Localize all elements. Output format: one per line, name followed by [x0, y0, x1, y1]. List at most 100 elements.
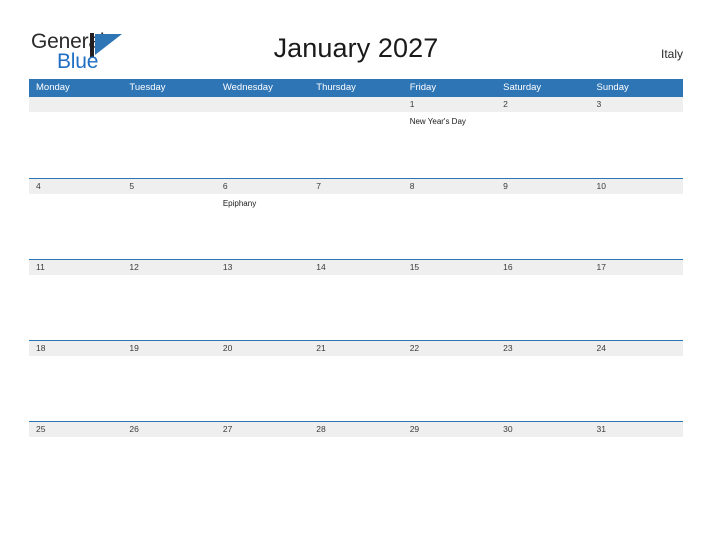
- day-number[interactable]: 5: [122, 179, 215, 194]
- day-number[interactable]: 7: [309, 179, 402, 194]
- week-date-band: 4 5 6 7 8 9 10: [29, 179, 683, 194]
- page-header: General Blue January 2027 Italy: [0, 0, 712, 79]
- holiday-event-label: Epiphany: [222, 199, 257, 208]
- day-number[interactable]: 9: [496, 179, 589, 194]
- day-events-cell[interactable]: [29, 275, 122, 339]
- calendar-week-row: 11 12 13 14 15 16 17: [29, 259, 683, 340]
- weekday-wednesday: Wednesday: [222, 82, 273, 93]
- day-number[interactable]: 10: [590, 179, 683, 194]
- weekday-header-row: Monday Tuesday Wednesday Thursday Friday…: [29, 79, 683, 97]
- day-events-cell: [29, 112, 122, 176]
- day-events-cell[interactable]: [403, 356, 496, 420]
- week-event-band: Epiphany: [29, 194, 683, 258]
- day-events-cell[interactable]: [590, 275, 683, 339]
- day-number[interactable]: 31: [590, 422, 683, 437]
- weeks-container: 1 2 3 New Year's Day 4 5 6 7 8 9 10 Epiphany 11 12 13 1…: [29, 97, 683, 502]
- day-number[interactable]: 2: [496, 97, 589, 112]
- day-events-cell[interactable]: [403, 275, 496, 339]
- day-number[interactable]: 8: [403, 179, 496, 194]
- day-number[interactable]: 3: [590, 97, 683, 112]
- week-event-band: New Year's Day: [29, 112, 683, 176]
- day-number[interactable]: 28: [309, 422, 402, 437]
- day-number[interactable]: 17: [590, 260, 683, 275]
- day-events-cell[interactable]: [122, 356, 215, 420]
- calendar-week-row: 1 2 3 New Year's Day: [29, 97, 683, 178]
- day-events-cell: [216, 112, 309, 176]
- day-number-empty: [29, 97, 122, 112]
- day-number-empty: [122, 97, 215, 112]
- week-date-band: 25 26 27 28 29 30 31: [29, 422, 683, 437]
- calendar-week-row: 18 19 20 21 22 23 24: [29, 340, 683, 421]
- day-events-cell[interactable]: [496, 437, 589, 501]
- day-events-cell: [309, 112, 402, 176]
- day-events-cell[interactable]: [403, 437, 496, 501]
- day-number[interactable]: 26: [122, 422, 215, 437]
- calendar-week-row: 4 5 6 7 8 9 10 Epiphany: [29, 178, 683, 259]
- holiday-event-label: New Year's Day: [409, 117, 466, 126]
- weekday-tuesday: Tuesday: [129, 82, 166, 93]
- day-number[interactable]: 12: [122, 260, 215, 275]
- day-events-cell[interactable]: [122, 275, 215, 339]
- day-number[interactable]: 18: [29, 341, 122, 356]
- day-events-cell[interactable]: [216, 356, 309, 420]
- day-events-cell[interactable]: [496, 194, 589, 258]
- day-number-empty: [216, 97, 309, 112]
- day-events-cell[interactable]: [29, 194, 122, 258]
- calendar-week-row: 25 26 27 28 29 30 31: [29, 421, 683, 502]
- day-events-cell[interactable]: [122, 194, 215, 258]
- day-number[interactable]: 11: [29, 260, 122, 275]
- weekday-sunday: Sunday: [596, 82, 629, 93]
- day-events-cell[interactable]: [29, 356, 122, 420]
- page-title: January 2027: [273, 33, 439, 63]
- day-number-empty: [309, 97, 402, 112]
- day-number[interactable]: 24: [590, 341, 683, 356]
- day-events-cell[interactable]: [309, 356, 402, 420]
- day-number[interactable]: 25: [29, 422, 122, 437]
- week-event-band: [29, 437, 683, 501]
- day-number[interactable]: 30: [496, 422, 589, 437]
- day-events-cell[interactable]: [29, 437, 122, 501]
- day-events-cell[interactable]: [496, 112, 589, 176]
- day-events-cell[interactable]: [496, 356, 589, 420]
- week-event-band: [29, 356, 683, 420]
- day-events-cell[interactable]: [590, 437, 683, 501]
- weekday-monday: Monday: [36, 82, 70, 93]
- day-events-cell[interactable]: [122, 437, 215, 501]
- day-number[interactable]: 22: [403, 341, 496, 356]
- day-number[interactable]: 20: [216, 341, 309, 356]
- day-number[interactable]: 15: [403, 260, 496, 275]
- country-label: Italy: [660, 47, 683, 61]
- day-number[interactable]: 16: [496, 260, 589, 275]
- day-events-cell[interactable]: [216, 275, 309, 339]
- day-events-cell[interactable]: [309, 275, 402, 339]
- day-events-cell[interactable]: New Year's Day: [403, 112, 496, 176]
- day-events-cell[interactable]: [309, 194, 402, 258]
- weekday-thursday: Thursday: [316, 82, 356, 93]
- day-events-cell[interactable]: [590, 112, 683, 176]
- day-events-cell[interactable]: [496, 275, 589, 339]
- day-number[interactable]: 23: [496, 341, 589, 356]
- day-number[interactable]: 4: [29, 179, 122, 194]
- week-date-band: 123: [29, 97, 683, 112]
- week-date-band: 18 19 20 21 22 23 24: [29, 341, 683, 356]
- weekday-saturday: Saturday: [503, 82, 542, 93]
- week-date-band: 11 12 13 14 15 16 17: [29, 260, 683, 275]
- day-number[interactable]: 21: [309, 341, 402, 356]
- day-events-cell[interactable]: [590, 356, 683, 420]
- day-number[interactable]: 14: [309, 260, 402, 275]
- day-events-cell: [122, 112, 215, 176]
- day-events-cell[interactable]: [590, 194, 683, 258]
- weekday-friday: Friday: [409, 82, 437, 93]
- day-number[interactable]: 19: [122, 341, 215, 356]
- calendar-grid: Monday Tuesday Wednesday Thursday Friday…: [29, 79, 683, 502]
- day-number[interactable]: 27: [216, 422, 309, 437]
- day-number[interactable]: 1: [403, 97, 496, 112]
- day-number[interactable]: 29: [403, 422, 496, 437]
- week-event-band: [29, 275, 683, 339]
- day-events-cell[interactable]: [403, 194, 496, 258]
- day-number[interactable]: 6: [216, 179, 309, 194]
- day-events-cell[interactable]: Epiphany: [216, 194, 309, 258]
- day-number[interactable]: 13: [216, 260, 309, 275]
- day-events-cell[interactable]: [216, 437, 309, 501]
- day-events-cell[interactable]: [309, 437, 402, 501]
